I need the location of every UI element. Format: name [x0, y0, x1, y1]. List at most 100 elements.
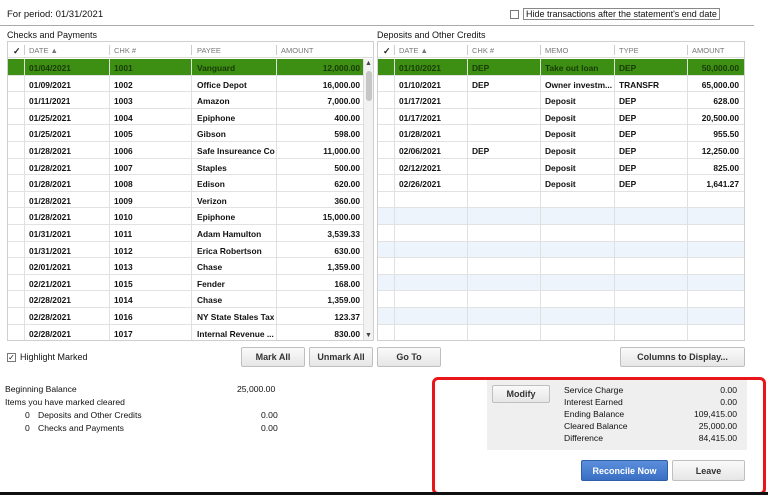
deposits-rows: 01/10/2021 DEP Take out loan DEP 50,000.00 01… [378, 59, 744, 340]
date-cell: 02/28/2021 [29, 328, 71, 339]
amount-cell: 598.00 [334, 129, 360, 140]
highlight-marked-option[interactable]: ✓ Highlight Marked [7, 352, 88, 362]
table-row[interactable]: 01/17/2021 Deposit DEP 628.00 [378, 92, 744, 109]
amount-cell: 630.00 [334, 245, 360, 256]
empty-row [378, 291, 744, 308]
empty-row [378, 192, 744, 209]
highlight-marked-checkbox[interactable]: ✓ [7, 352, 16, 362]
payee-cell: Chase [197, 295, 223, 306]
type-column-header[interactable]: TYPE [619, 46, 639, 55]
amount-column-header[interactable]: AMOUNT [692, 46, 725, 55]
date-cell: 01/31/2021 [29, 228, 71, 239]
amount-cell: 15,000.00 [322, 212, 360, 223]
scroll-up-icon[interactable]: ▲ [365, 60, 372, 67]
chk-cell: 1016 [114, 311, 133, 322]
type-cell: DEP [619, 145, 637, 156]
hide-transactions-label[interactable]: Hide transactions after the statement's … [523, 8, 720, 20]
memo-column-header[interactable]: MEMO [545, 46, 568, 55]
chk-cell: 1013 [114, 262, 133, 273]
chk-cell: 1010 [114, 212, 133, 223]
chk-cell: 1007 [114, 162, 133, 173]
memo-cell: Deposit [545, 129, 576, 140]
empty-row [378, 274, 744, 292]
payee-cell: Verizon [197, 195, 227, 206]
unmark-all-button[interactable]: Unmark All [309, 347, 373, 367]
scroll-down-icon[interactable]: ▼ [365, 332, 372, 339]
memo-cell: Owner investm... [545, 79, 613, 90]
amount-cell: 12,000.00 [322, 63, 360, 73]
go-to-button[interactable]: Go To [377, 347, 441, 367]
hide-transactions-checkbox[interactable] [510, 9, 519, 19]
check-column-header[interactable]: ✓ [383, 46, 391, 57]
date-cell: 02/26/2021 [399, 179, 441, 190]
columns-to-display-button[interactable]: Columns to Display... [620, 347, 745, 367]
amount-cell: 825.00 [713, 162, 739, 173]
hide-transactions-option[interactable]: Hide transactions after the statement's … [510, 8, 720, 20]
date-cell: 02/21/2021 [29, 278, 71, 289]
amount-cell: 3,539.33 [327, 228, 360, 239]
amount-cell: 1,359.00 [327, 295, 360, 306]
checks-scrollbar[interactable]: ▲ ▼ [363, 59, 373, 340]
date-cell: 01/17/2021 [399, 96, 441, 107]
chk-column-header[interactable]: CHK # [472, 46, 494, 55]
checks-section-title: Checks and Payments [7, 30, 98, 40]
date-cell: 01/28/2021 [29, 179, 71, 190]
chk-cell: DEP [472, 145, 490, 156]
date-cell: 01/10/2021 [399, 63, 441, 73]
memo-cell: Deposit [545, 179, 576, 190]
chk-cell: 1003 [114, 96, 133, 107]
chk-column-header[interactable]: CHK # [114, 46, 136, 55]
payee-cell: Epiphone [197, 112, 236, 123]
memo-cell: Deposit [545, 162, 576, 173]
scroll-thumb[interactable] [366, 71, 372, 101]
type-cell: DEP [619, 96, 637, 107]
checks-header: ✓ DATE ▲ CHK # PAYEE AMOUNT [8, 42, 373, 58]
chk-cell: DEP [472, 79, 490, 90]
date-column-header[interactable]: DATE ▲ [399, 46, 428, 55]
payee-cell: Epiphone [197, 212, 236, 223]
amount-cell: 16,000.00 [322, 79, 360, 90]
chk-cell: 1008 [114, 179, 133, 190]
deposits-section-title: Deposits and Other Credits [377, 30, 486, 40]
check-column-header[interactable]: ✓ [13, 46, 21, 57]
checks-grid: ✓ DATE ▲ CHK # PAYEE AMOUNT 01/04/2021 10… [7, 41, 374, 341]
amount-cell: 11,000.00 [323, 145, 360, 156]
deposits-grid: ✓ DATE ▲ CHK # MEMO TYPE AMOUNT 01/10/20… [377, 41, 745, 341]
payee-cell: Vanguard [197, 63, 236, 73]
table-row[interactable]: 02/06/2021 DEP Deposit DEP 12,250.00 [378, 142, 744, 159]
amount-cell: 830.00 [334, 328, 360, 339]
table-row[interactable]: 01/17/2021 Deposit DEP 20,500.00 [378, 109, 744, 126]
marked-cleared-label: Items you have marked cleared [5, 397, 125, 407]
memo-cell: Deposit [545, 96, 576, 107]
table-row[interactable]: 02/12/2021 Deposit DEP 825.00 [378, 159, 744, 176]
table-row[interactable]: 02/26/2021 Deposit DEP 1,641.27 [378, 175, 744, 192]
memo-cell: Take out loan [545, 63, 599, 73]
table-row[interactable]: 01/28/2021 Deposit DEP 955.50 [378, 125, 744, 142]
divider [0, 25, 754, 26]
mark-all-button[interactable]: Mark All [241, 347, 305, 367]
highlight-marked-label[interactable]: Highlight Marked [20, 352, 88, 362]
date-cell: 01/28/2021 [29, 195, 71, 206]
date-cell: 02/01/2021 [29, 262, 71, 273]
date-cell: 02/12/2021 [399, 162, 441, 173]
table-row[interactable]: 01/10/2021 DEP Take out loan DEP 50,000.00 [378, 59, 744, 76]
checks-cleared-label: Checks and Payments [38, 423, 124, 433]
chk-cell: DEP [472, 63, 490, 73]
amount-cell: 360.00 [334, 195, 360, 206]
date-cell: 01/11/2021 [29, 96, 71, 107]
date-cell: 02/28/2021 [29, 311, 71, 322]
date-cell: 01/17/2021 [399, 112, 441, 123]
chk-cell: 1014 [114, 295, 133, 306]
date-column-header[interactable]: DATE ▲ [29, 46, 58, 55]
payee-cell: Edison [197, 179, 225, 190]
amount-cell: 1,641.27 [706, 179, 739, 190]
payee-cell: Erica Robertson [197, 245, 262, 256]
table-row[interactable]: 01/10/2021 DEP Owner investm... TRANSFR 65,0… [378, 76, 744, 93]
payee-cell: Internal Revenue ... [197, 328, 274, 339]
payee-column-header[interactable]: PAYEE [197, 46, 221, 55]
memo-cell: Deposit [545, 112, 576, 123]
chk-cell: 1006 [114, 145, 133, 156]
payee-cell: Fender [197, 278, 225, 289]
amount-column-header[interactable]: AMOUNT [281, 46, 314, 55]
top-bar: For period: 01/31/2021 Hide transactions… [0, 0, 768, 28]
